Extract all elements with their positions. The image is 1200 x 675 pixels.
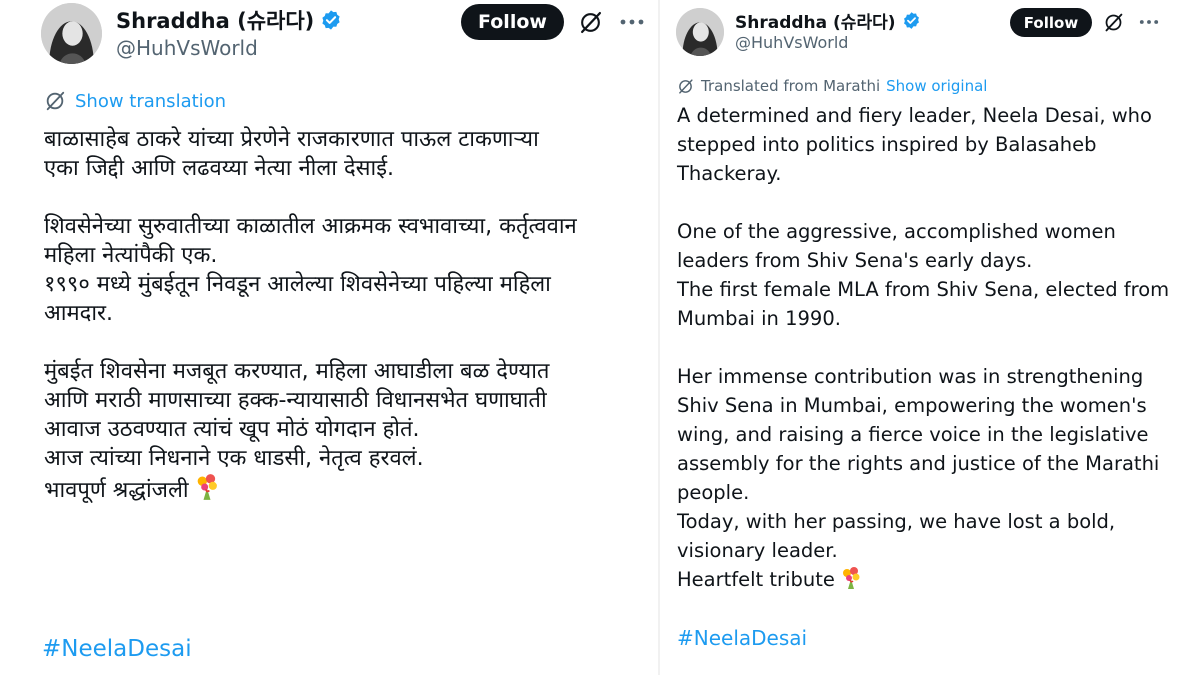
translate-icon <box>44 90 66 112</box>
avatar-image <box>676 8 724 56</box>
tweet-body-marathi: बाळासाहेब ठाकरे यांच्या प्रेरणेने राजकार… <box>44 125 577 505</box>
body-line: आवाज उठवण्यात त्यांचं खूप मोठं योगदान हो… <box>44 417 420 442</box>
tweet-body-translated: A determined and fiery leader, Neela Des… <box>677 101 1169 594</box>
body-line: Shiv Sena in Mumbai, empowering the wome… <box>677 394 1147 417</box>
show-original-link[interactable]: Show original <box>886 77 987 95</box>
avatar[interactable] <box>41 3 102 64</box>
body-line: Thackeray. <box>677 162 782 185</box>
bouquet-emoji-icon <box>193 473 221 501</box>
body-line: wing, and raising a fierce voice in the … <box>677 423 1149 446</box>
body-line: assembly for the rights and justice of t… <box>677 452 1160 475</box>
body-line: बाळासाहेब ठाकरे यांच्या प्रेरणेने राजकार… <box>44 127 539 152</box>
tribute-text: Heartfelt tribute <box>677 568 835 591</box>
avatar[interactable] <box>676 8 724 56</box>
author-name[interactable]: Shraddha (슈라다) <box>116 5 314 35</box>
author-handle[interactable]: @HuhVsWorld <box>116 36 258 60</box>
translated-from-label: Translated from Marathi <box>701 77 881 95</box>
translated-from-row: Translated from Marathi Show original <box>677 77 987 95</box>
verified-badge-icon <box>320 9 342 31</box>
more-options-icon[interactable] <box>1138 14 1160 30</box>
show-translation-link[interactable]: Show translation <box>44 90 226 112</box>
body-line: आज त्यांच्या निधनाने एक धाडसी, नेतृत्व ह… <box>44 446 424 471</box>
body-line: एका जिद्दी आणि लढवय्या नेत्या नीला देसाई… <box>44 156 395 181</box>
body-line: The first female MLA from Shiv Sena, ele… <box>677 278 1170 301</box>
tribute-text: भावपूर्ण श्रद्धांजली <box>44 478 189 503</box>
body-line-last: भावपूर्ण श्रद्धांजली <box>44 473 577 505</box>
body-line: people. <box>677 481 750 504</box>
hashtag-link[interactable]: #NeelaDesai <box>677 626 807 650</box>
body-line: stepped into politics inspired by Balasa… <box>677 133 1097 156</box>
author-name-row: Shraddha (슈라다) <box>735 8 921 33</box>
follow-button[interactable]: Follow <box>1010 8 1092 37</box>
avatar-image <box>41 3 102 64</box>
body-line: visionary leader. <box>677 539 838 562</box>
body-line: आणि मराठी माणसाच्या हक्क-न्यायासाठी विधा… <box>44 388 547 413</box>
verified-badge-icon <box>902 11 921 30</box>
grok-icon[interactable] <box>578 10 603 35</box>
right-tweet-panel: Shraddha (슈라다) @HuhVsWorld Follow Transl… <box>660 0 1200 675</box>
bouquet-emoji-icon <box>839 566 863 590</box>
show-translation-label: Show translation <box>75 90 227 112</box>
hashtag-link[interactable]: #NeelaDesai <box>42 636 192 662</box>
body-line: मुंबईत शिवसेना मजबूत करण्यात, महिला आघाड… <box>44 359 550 384</box>
body-line: आमदार. <box>44 301 114 326</box>
body-line: A determined and fiery leader, Neela Des… <box>677 104 1152 127</box>
body-line-last: Heartfelt tribute <box>677 565 1169 594</box>
body-line: १९९० मध्ये मुंबईतून निवडून आलेल्या शिवसे… <box>44 272 551 297</box>
more-options-icon[interactable] <box>619 12 645 32</box>
follow-button[interactable]: Follow <box>461 4 564 40</box>
translate-icon <box>677 78 694 95</box>
grok-icon[interactable] <box>1103 12 1124 33</box>
body-line: One of the aggressive, accomplished wome… <box>677 220 1116 243</box>
author-name-row: Shraddha (슈라다) <box>116 5 342 35</box>
author-name[interactable]: Shraddha (슈라다) <box>735 8 896 33</box>
body-line: शिवसेनेच्या सुरुवातीच्या काळातील आक्रमक … <box>44 214 577 239</box>
body-line: leaders from Shiv Sena's early days. <box>677 249 1033 272</box>
author-handle[interactable]: @HuhVsWorld <box>735 33 848 52</box>
body-line: Her immense contribution was in strength… <box>677 365 1144 388</box>
body-line: महिला नेत्यांपैकी एक. <box>44 243 218 268</box>
body-line: Mumbai in 1990. <box>677 307 841 330</box>
body-line: Today, with her passing, we have lost a … <box>677 510 1116 533</box>
left-tweet-panel: Shraddha (슈라다) @HuhVsWorld Follow Show t… <box>0 0 658 675</box>
